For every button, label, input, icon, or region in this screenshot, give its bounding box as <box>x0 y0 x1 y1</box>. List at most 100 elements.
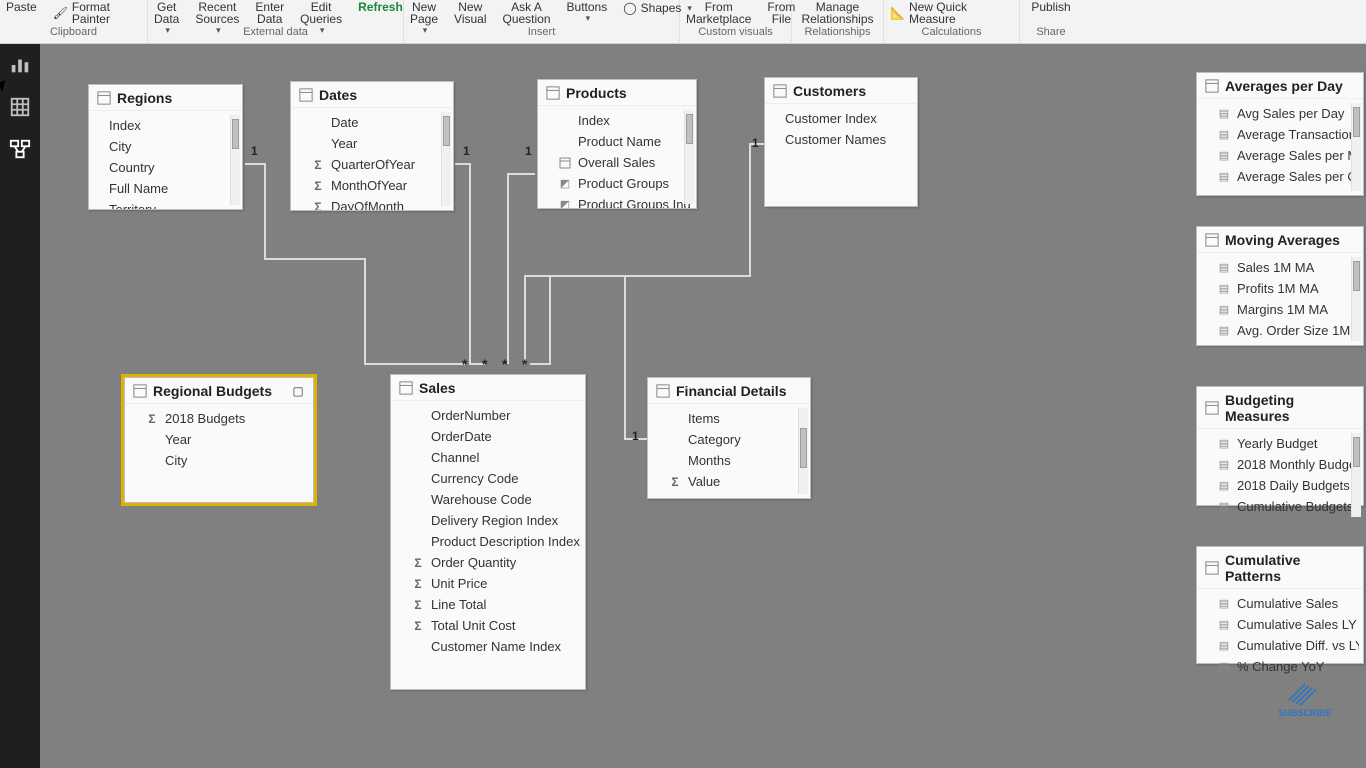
new-visual-button[interactable]: NewVisual <box>448 1 492 25</box>
model-view-icon[interactable] <box>9 138 31 160</box>
field-row[interactable]: Items <box>660 408 806 429</box>
field-row[interactable]: Months <box>660 450 806 471</box>
field-row[interactable]: Territory <box>101 199 238 209</box>
recent-sources-button[interactable]: RecentSources <box>189 1 245 36</box>
publish-button[interactable]: Publish <box>1025 1 1076 13</box>
field-row[interactable]: QuarterOfYear <box>303 154 449 175</box>
field-row[interactable]: Average Sales per M <box>1209 145 1359 166</box>
table-icon <box>1205 401 1219 415</box>
manage-relationships-button[interactable]: ManageRelationships <box>795 1 879 25</box>
new-quick-measure-button[interactable]: 📐 New Quick Measure <box>884 1 1019 25</box>
field-row[interactable]: Product Groups <box>550 173 692 194</box>
table-budgeting-measures[interactable]: Budgeting Measures Yearly Budget 2018 Mo… <box>1196 386 1364 506</box>
field-row[interactable]: OrderDate <box>403 426 581 447</box>
scrollbar[interactable] <box>798 408 808 494</box>
field-row[interactable]: Index <box>101 115 238 136</box>
sigma-icon <box>311 158 325 172</box>
field-row[interactable]: OrderNumber <box>403 405 581 426</box>
table-regional-budgets[interactable]: Regional Budgets ▢ 2018 Budgets Year Cit… <box>124 377 314 503</box>
table-title: Financial Details <box>676 383 786 399</box>
field-row[interactable]: Cumulative Diff. vs LY <box>1209 635 1359 656</box>
table-dates[interactable]: Dates Date Year QuarterOfYear MonthOfYea… <box>290 81 454 211</box>
field-row[interactable]: City <box>137 450 309 471</box>
field-row[interactable]: Margins 1M MA <box>1209 299 1359 320</box>
field-row[interactable]: 2018 Budgets <box>137 408 309 429</box>
field-row[interactable]: Profits 1M MA <box>1209 278 1359 299</box>
field-row[interactable]: Customer Names <box>777 129 913 150</box>
field-row[interactable]: Avg. Order Size 1M M <box>1209 320 1359 341</box>
field-row[interactable]: Currency Code <box>403 468 581 489</box>
field-row[interactable]: MonthOfYear <box>303 175 449 196</box>
field-row[interactable]: Value <box>660 471 806 492</box>
table-averages-per-day[interactable]: Averages per Day Avg Sales per Day Avera… <box>1196 72 1364 196</box>
paste-button[interactable]: Paste <box>0 1 43 13</box>
field-row[interactable]: Total Unit Cost <box>403 615 581 636</box>
measure-icon <box>1217 107 1231 121</box>
field-row[interactable]: Average Transactions <box>1209 124 1359 145</box>
field-row[interactable]: Customer Index <box>777 108 913 129</box>
field-row[interactable]: 2018 Monthly Budge <box>1209 454 1359 475</box>
scrollbar[interactable] <box>684 110 694 204</box>
data-view-icon[interactable] <box>9 96 31 118</box>
report-view-icon[interactable] <box>9 54 31 76</box>
field-row[interactable]: Category <box>660 429 806 450</box>
field-row[interactable]: Cumulative Budgets <box>1209 496 1359 517</box>
field-row[interactable]: Average Sales per Cu <box>1209 166 1359 187</box>
table-products[interactable]: Products Index Product Name Overall Sale… <box>537 79 697 209</box>
scrollbar[interactable] <box>1351 433 1361 517</box>
measure-icon <box>1217 437 1231 451</box>
ask-a-question-button[interactable]: Ask AQuestion <box>497 1 557 25</box>
scrollbar[interactable] <box>1351 257 1361 341</box>
get-data-button[interactable]: GetData <box>148 1 185 36</box>
field-row[interactable]: Delivery Region Index <box>403 510 581 531</box>
field-row[interactable]: Full Name <box>101 178 238 199</box>
field-row[interactable]: Date <box>303 112 449 133</box>
from-marketplace-button[interactable]: FromMarketplace <box>680 1 757 25</box>
table-financial-details[interactable]: Financial Details Items Category Months … <box>647 377 811 499</box>
new-page-button[interactable]: NewPage <box>404 1 444 36</box>
cardinality-one: 1 <box>251 144 258 158</box>
cardinality-many: * <box>462 356 467 372</box>
field-row[interactable]: Year <box>137 429 309 450</box>
field-row[interactable]: Line Total <box>403 594 581 615</box>
field-row[interactable]: Index <box>550 110 692 131</box>
scrollbar[interactable] <box>230 115 240 205</box>
maximize-icon[interactable]: ▢ <box>291 384 305 398</box>
scrollbar[interactable] <box>1351 103 1361 191</box>
field-row[interactable]: Sales 1M MA <box>1209 257 1359 278</box>
field-row[interactable]: Cumulative Sales LY <box>1209 614 1359 635</box>
field-row[interactable]: 2018 Daily Budgets <box>1209 475 1359 496</box>
field-row[interactable]: Warehouse Code <box>403 489 581 510</box>
cardinality-one: 1 <box>525 144 532 158</box>
field-row[interactable]: Year <box>303 133 449 154</box>
table-cumulative-patterns[interactable]: Cumulative Patterns Cumulative Sales Cum… <box>1196 546 1364 664</box>
field-row[interactable]: DayOfMonth <box>303 196 449 210</box>
field-row[interactable]: Avg Sales per Day <box>1209 103 1359 124</box>
table-icon <box>1205 79 1219 93</box>
buttons-button[interactable]: Buttons <box>561 1 614 24</box>
field-row[interactable]: Overall Sales <box>550 152 692 173</box>
field-row[interactable]: Product Description Index <box>403 531 581 552</box>
field-row[interactable]: Unit Price <box>403 573 581 594</box>
model-canvas[interactable]: 1 1 1 1 1 * * * * Regions Index City Cou… <box>40 44 1366 768</box>
field-row[interactable]: Product Name <box>550 131 692 152</box>
field-row[interactable]: Customer Name Index <box>403 636 581 657</box>
table-sales[interactable]: Sales OrderNumber OrderDate Channel Curr… <box>390 374 586 690</box>
table-customers[interactable]: Customers Customer Index Customer Names <box>764 77 918 207</box>
field-row[interactable]: Yearly Budget <box>1209 433 1359 454</box>
format-painter-button[interactable]: 🖌 Format Painter <box>47 1 147 25</box>
table-icon <box>546 86 560 100</box>
field-row[interactable]: City <box>101 136 238 157</box>
table-regions[interactable]: Regions Index City Country Full Name Ter… <box>88 84 243 210</box>
field-row[interactable]: Cumulative Sales <box>1209 593 1359 614</box>
hierarchy-icon <box>558 177 572 191</box>
field-row[interactable]: Channel <box>403 447 581 468</box>
field-row[interactable]: Order Quantity <box>403 552 581 573</box>
scrollbar[interactable] <box>441 112 451 206</box>
field-row[interactable]: Country <box>101 157 238 178</box>
table-moving-averages[interactable]: Moving Averages Sales 1M MA Profits 1M M… <box>1196 226 1364 346</box>
field-row[interactable]: Product Groups Ind <box>550 194 692 208</box>
table-title: Sales <box>419 380 456 396</box>
refresh-button[interactable]: Refresh <box>352 1 409 13</box>
enter-data-button[interactable]: EnterData <box>249 1 290 25</box>
